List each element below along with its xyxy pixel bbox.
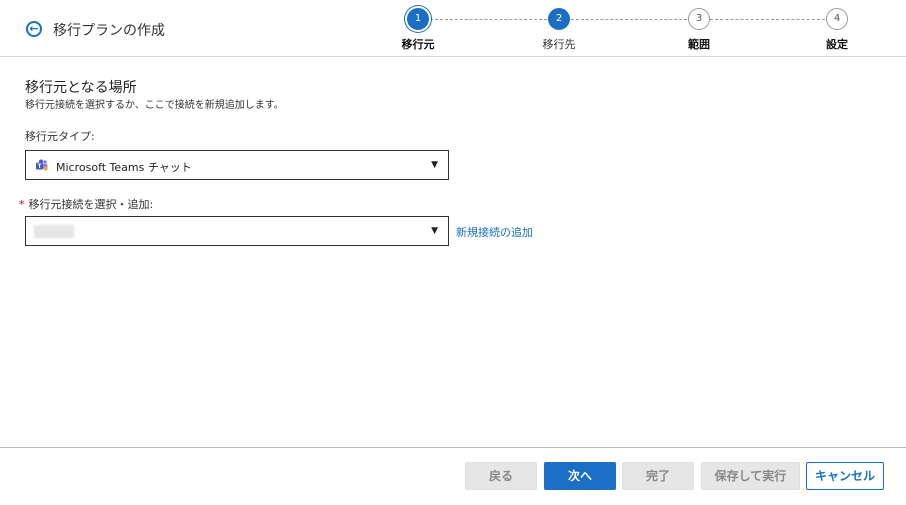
- finish-button[interactable]: 完了: [622, 462, 694, 490]
- microsoft-teams-icon: T: [36, 159, 48, 171]
- step-connector: [430, 19, 547, 20]
- header-bar: ← 移行プランの作成 1 2 3 4 移行元 移行先 範囲 設定: [0, 0, 906, 57]
- section-title: 移行元となる場所: [25, 80, 137, 96]
- caret-down-icon: ▼: [431, 160, 438, 170]
- page-title: 移行プランの作成: [53, 23, 165, 39]
- caret-down-icon: ▼: [431, 226, 438, 236]
- arrow-left-circle-icon[interactable]: ←: [26, 21, 42, 37]
- step-3-label: 範囲: [688, 38, 710, 51]
- connection-label: * 移行元接続を選択・追加:: [19, 196, 153, 212]
- step-1-circle[interactable]: 1: [407, 8, 429, 30]
- add-connection-link[interactable]: 新規接続の追加: [456, 224, 533, 240]
- source-type-label: 移行元タイプ:: [25, 130, 95, 143]
- save-and-run-button[interactable]: 保存して実行: [701, 462, 800, 490]
- step-4-label: 設定: [826, 38, 848, 51]
- step-3-circle[interactable]: 3: [688, 8, 710, 30]
- back-button[interactable]: 戻る: [465, 462, 537, 490]
- step-2-circle[interactable]: 2: [548, 8, 570, 30]
- source-type-select[interactable]: T Microsoft Teams チャット ▼: [25, 150, 449, 180]
- connection-select[interactable]: ▼: [25, 216, 449, 246]
- next-button[interactable]: 次へ: [544, 462, 616, 490]
- step-4-circle[interactable]: 4: [826, 8, 848, 30]
- source-type-value: Microsoft Teams チャット: [56, 161, 192, 174]
- connection-value-redacted: [34, 225, 74, 238]
- step-connector: [710, 19, 825, 20]
- connection-label-text: 移行元接続を選択・追加:: [28, 198, 154, 211]
- footer-bar: 戻る 次へ 完了 保存して実行 キャンセル: [0, 447, 906, 505]
- step-1-label: 移行元: [401, 38, 435, 51]
- section-description: 移行元接続を選択するか、ここで接続を新規追加します。: [25, 100, 284, 111]
- cancel-button[interactable]: キャンセル: [806, 462, 884, 490]
- step-2-label: 移行先: [542, 38, 576, 51]
- required-mark: *: [19, 198, 25, 211]
- step-connector: [571, 19, 687, 20]
